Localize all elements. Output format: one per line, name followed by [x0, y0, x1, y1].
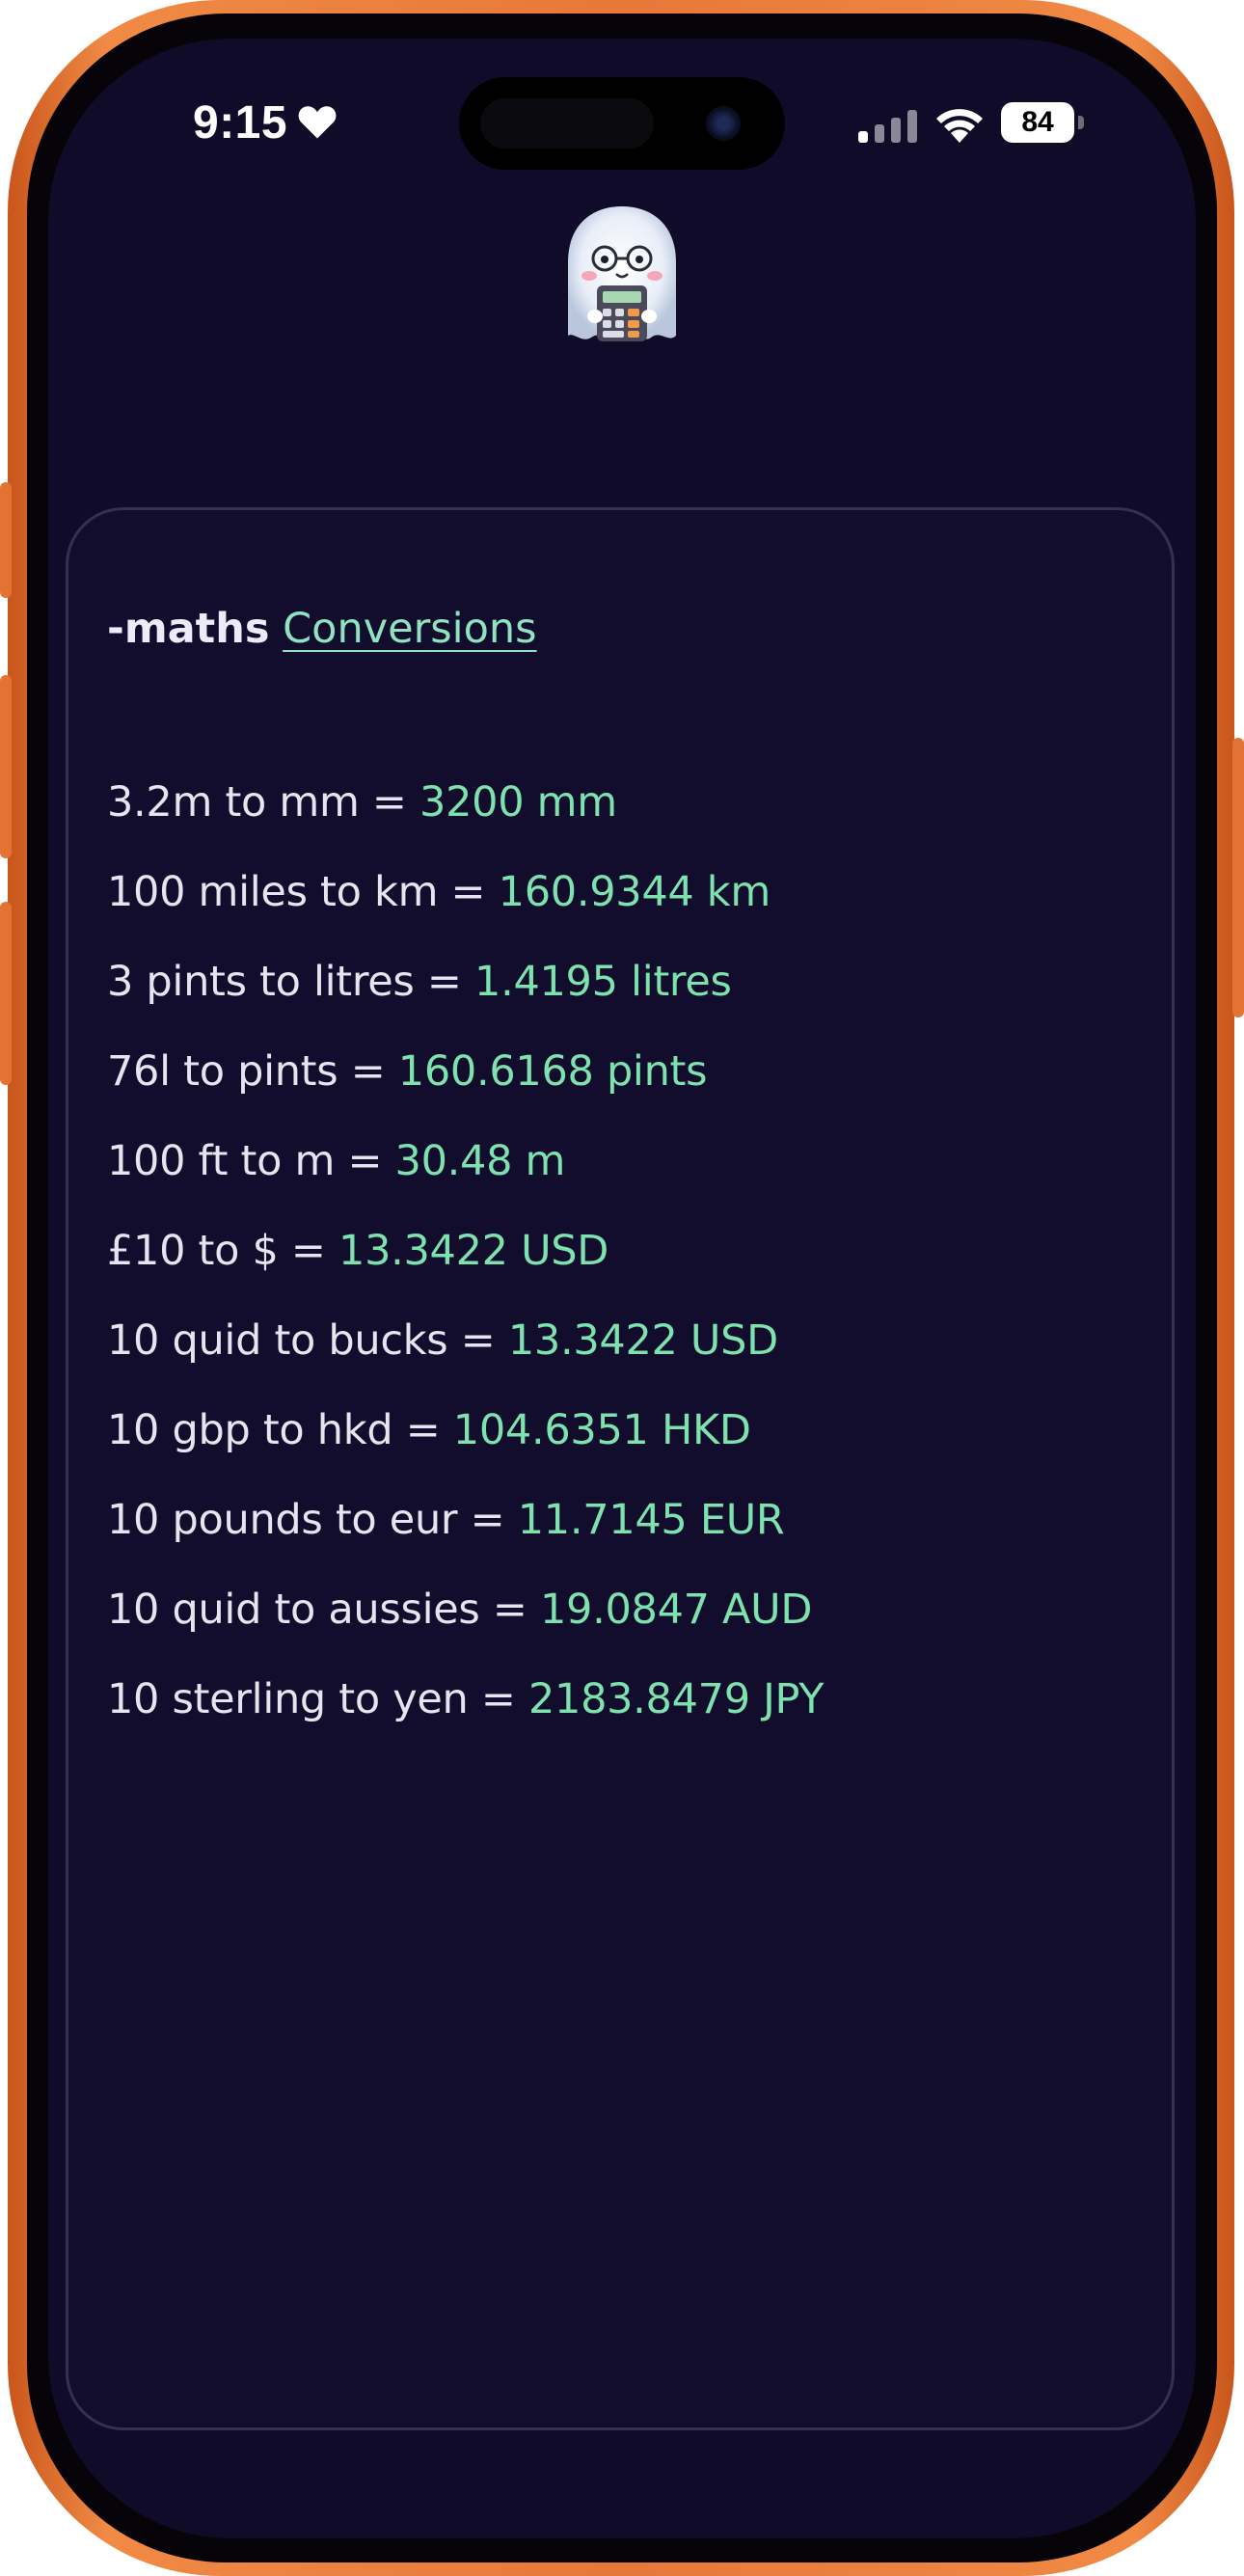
conversion-row: 100 miles to km = 160.9344 km — [107, 868, 824, 958]
conversion-query: 100 ft to m = — [107, 1137, 395, 1185]
conversion-result: 11.7145 EUR — [517, 1496, 785, 1544]
screen: 9:15 84 -maths Conversions 3.2m to mm = … — [48, 39, 1196, 2538]
side-button — [1232, 738, 1244, 1017]
conversions-link[interactable]: Conversions — [283, 605, 536, 653]
conversion-list: 3.2m to mm = 3200 mm 100 miles to km = 1… — [107, 778, 824, 1765]
conversion-result: 3200 mm — [419, 778, 617, 827]
conversion-result: 13.3422 USD — [338, 1227, 609, 1275]
status-time: 9:15 — [193, 97, 288, 149]
camera-icon — [706, 106, 741, 141]
conversion-row: 3.2m to mm = 3200 mm — [107, 778, 824, 868]
conversion-query: 3 pints to litres = — [107, 958, 475, 1006]
conversion-result: 1.4195 litres — [474, 958, 732, 1006]
conversion-row: 100 ft to m = 30.48 m — [107, 1137, 824, 1227]
conversion-query: 100 miles to km = — [107, 868, 499, 916]
signal-icon — [858, 110, 917, 143]
conversion-row: 10 sterling to yen = 2183.8479 JPY — [107, 1675, 824, 1765]
conversions-card: -maths Conversions 3.2m to mm = 3200 mm … — [66, 507, 1175, 2430]
volume-up-button — [0, 675, 12, 858]
conversion-query: 10 sterling to yen = — [107, 1675, 528, 1723]
conversion-query: 10 pounds to eur = — [107, 1496, 518, 1544]
island-sensor — [480, 98, 654, 149]
conversion-query: 10 quid to aussies = — [107, 1586, 540, 1634]
conversion-row: 3 pints to litres = 1.4195 litres — [107, 958, 824, 1047]
heart-icon — [298, 106, 337, 139]
conversion-query: 10 quid to bucks = — [107, 1316, 508, 1365]
battery-icon: 84 — [1001, 102, 1088, 143]
conversion-result: 2183.8479 JPY — [527, 1675, 825, 1723]
battery-level: 84 — [1021, 106, 1054, 138]
conversion-query: 76l to pints = — [107, 1047, 398, 1096]
wifi-icon — [936, 109, 983, 143]
conversion-result: 104.6351 HKD — [452, 1406, 751, 1454]
conversion-row: £10 to $ = 13.3422 USD — [107, 1227, 824, 1316]
conversion-row: 10 quid to aussies = 19.0847 AUD — [107, 1586, 824, 1675]
conversion-result: 13.3422 USD — [507, 1316, 778, 1365]
conversion-row: 76l to pints = 160.6168 pints — [107, 1047, 824, 1137]
conversion-result: 30.48 m — [394, 1137, 566, 1185]
conversion-query: 10 gbp to hkd = — [107, 1406, 453, 1454]
conversion-row: 10 pounds to eur = 11.7145 EUR — [107, 1496, 824, 1586]
conversion-row: 10 gbp to hkd = 104.6351 HKD — [107, 1406, 824, 1496]
command-label: -maths — [107, 605, 270, 653]
card-title: -maths Conversions — [107, 605, 537, 653]
battery-cap — [1078, 116, 1084, 129]
dynamic-island — [459, 77, 785, 170]
conversion-result: 160.6168 pints — [397, 1047, 708, 1096]
conversion-result: 160.9344 km — [498, 868, 771, 916]
conversion-result: 19.0847 AUD — [539, 1586, 813, 1634]
conversion-query: £10 to $ = — [107, 1227, 339, 1275]
ghost-calculator-icon — [568, 206, 676, 341]
volume-down-button — [0, 902, 12, 1085]
conversion-query: 3.2m to mm = — [107, 778, 420, 827]
action-button — [0, 482, 12, 598]
conversion-row: 10 quid to bucks = 13.3422 USD — [107, 1316, 824, 1406]
